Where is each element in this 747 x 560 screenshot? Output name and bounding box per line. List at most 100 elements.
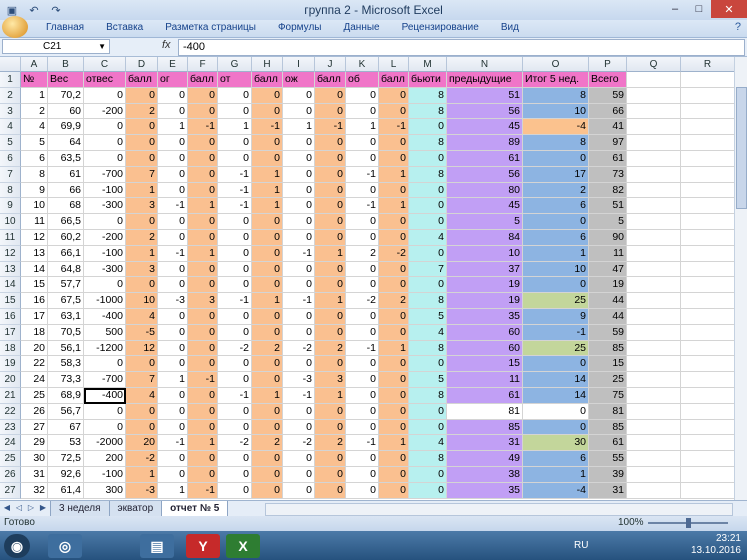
table-cell[interactable]: 0 [218, 482, 252, 499]
table-cell[interactable]: 0 [315, 482, 346, 499]
table-cell[interactable]: 0 [218, 467, 252, 483]
table-cell[interactable]: -3 [126, 482, 158, 499]
table-cell[interactable]: 57,7 [48, 277, 84, 294]
table-cell[interactable]: 0 [158, 261, 188, 278]
row-header[interactable]: 23 [0, 419, 21, 436]
table-cell[interactable]: -2 [379, 245, 409, 262]
column-header[interactable]: A [21, 57, 48, 72]
table-cell[interactable]: 0 [252, 261, 283, 278]
table-cell[interactable]: 0 [315, 182, 346, 199]
table-cell[interactable]: -1 [218, 293, 252, 309]
header-cell[interactable]: балл [315, 72, 346, 88]
table-cell[interactable]: 0 [218, 151, 252, 167]
table-cell[interactable]: 1 [523, 467, 589, 483]
table-cell[interactable] [681, 87, 735, 104]
table-cell[interactable]: 0 [84, 135, 126, 151]
table-cell[interactable]: 1 [379, 340, 409, 357]
table-cell[interactable] [681, 214, 735, 230]
table-cell[interactable]: 1 [252, 198, 283, 215]
table-cell[interactable]: 0 [252, 87, 283, 104]
table-cell[interactable]: 0 [315, 309, 346, 325]
folder-icon[interactable]: ▤ [140, 534, 174, 558]
table-cell[interactable]: 0 [346, 151, 379, 167]
table-cell[interactable]: 60 [447, 324, 523, 341]
minimize-button[interactable]: – [663, 0, 687, 18]
table-cell[interactable]: -1 [188, 482, 218, 499]
table-cell[interactable]: 6 [21, 151, 48, 167]
table-cell[interactable]: 70,5 [48, 324, 84, 341]
row-header[interactable]: 17 [0, 324, 21, 341]
table-cell[interactable] [627, 467, 681, 483]
table-cell[interactable]: 15 [589, 356, 627, 373]
table-cell[interactable]: -1 [218, 166, 252, 183]
table-cell[interactable]: 0 [84, 419, 126, 436]
table-cell[interactable]: 8 [409, 87, 447, 104]
table-cell[interactable]: 22 [21, 356, 48, 373]
table-cell[interactable] [627, 356, 681, 373]
table-cell[interactable] [681, 198, 735, 215]
table-cell[interactable]: 84 [447, 230, 523, 246]
table-cell[interactable] [681, 372, 735, 388]
table-cell[interactable]: -700 [84, 372, 126, 388]
table-cell[interactable]: 15 [447, 356, 523, 373]
table-cell[interactable]: 14 [523, 372, 589, 388]
table-cell[interactable] [627, 245, 681, 262]
excel-icon[interactable]: X [226, 534, 260, 558]
row-header[interactable]: 26 [0, 467, 21, 483]
table-cell[interactable]: 0 [188, 388, 218, 404]
table-cell[interactable]: 0 [188, 135, 218, 151]
table-cell[interactable]: 0 [346, 356, 379, 373]
table-cell[interactable]: 35 [447, 482, 523, 499]
table-cell[interactable]: 1 [188, 245, 218, 262]
column-header[interactable]: I [283, 57, 315, 72]
table-cell[interactable]: 0 [346, 403, 379, 420]
table-cell[interactable]: 0 [523, 151, 589, 167]
zoom-knob[interactable] [686, 518, 691, 528]
table-cell[interactable]: 4 [409, 435, 447, 452]
table-cell[interactable]: 1 [379, 435, 409, 452]
header-cell[interactable]: отвес [84, 72, 126, 88]
table-cell[interactable]: 0 [346, 482, 379, 499]
table-cell[interactable] [681, 467, 735, 483]
table-cell[interactable]: 11 [447, 372, 523, 388]
table-cell[interactable] [681, 261, 735, 278]
column-header[interactable]: D [126, 57, 158, 72]
table-cell[interactable]: 0 [188, 309, 218, 325]
table-cell[interactable]: -1 [315, 119, 346, 136]
table-cell[interactable]: 0 [283, 451, 315, 467]
table-cell[interactable]: 0 [188, 103, 218, 120]
horizontal-scrollbar[interactable] [265, 503, 733, 516]
maximize-button[interactable]: □ [687, 0, 711, 18]
table-cell[interactable]: 20 [21, 340, 48, 357]
ribbon-tab[interactable]: Вид [501, 22, 519, 33]
table-cell[interactable]: 0 [523, 403, 589, 420]
table-cell[interactable]: 0 [252, 230, 283, 246]
column-header[interactable]: L [379, 57, 409, 72]
table-cell[interactable]: 1 [315, 293, 346, 309]
row-header[interactable]: 19 [0, 356, 21, 373]
table-cell[interactable] [627, 451, 681, 467]
table-cell[interactable]: 56 [447, 103, 523, 120]
table-cell[interactable]: -100 [84, 182, 126, 199]
table-cell[interactable]: 0 [218, 245, 252, 262]
header-cell[interactable]: балл [188, 72, 218, 88]
table-cell[interactable]: 0 [523, 419, 589, 436]
table-cell[interactable]: 0 [379, 87, 409, 104]
table-cell[interactable]: 68,9 [48, 388, 84, 404]
table-cell[interactable]: 0 [346, 230, 379, 246]
table-cell[interactable] [681, 324, 735, 341]
table-cell[interactable]: 0 [188, 214, 218, 230]
table-cell[interactable]: 44 [589, 293, 627, 309]
table-cell[interactable] [681, 435, 735, 452]
table-cell[interactable]: 0 [379, 151, 409, 167]
last-sheet-icon[interactable]: ▶ [38, 503, 48, 513]
column-header[interactable]: J [315, 57, 346, 72]
row-header[interactable]: 8 [0, 182, 21, 199]
table-cell[interactable]: 0 [283, 309, 315, 325]
table-cell[interactable]: 1 [252, 166, 283, 183]
table-cell[interactable]: 200 [84, 451, 126, 467]
table-cell[interactable]: -300 [84, 198, 126, 215]
table-cell[interactable]: 0 [315, 419, 346, 436]
row-header[interactable]: 3 [0, 103, 21, 120]
table-cell[interactable]: 0 [346, 309, 379, 325]
